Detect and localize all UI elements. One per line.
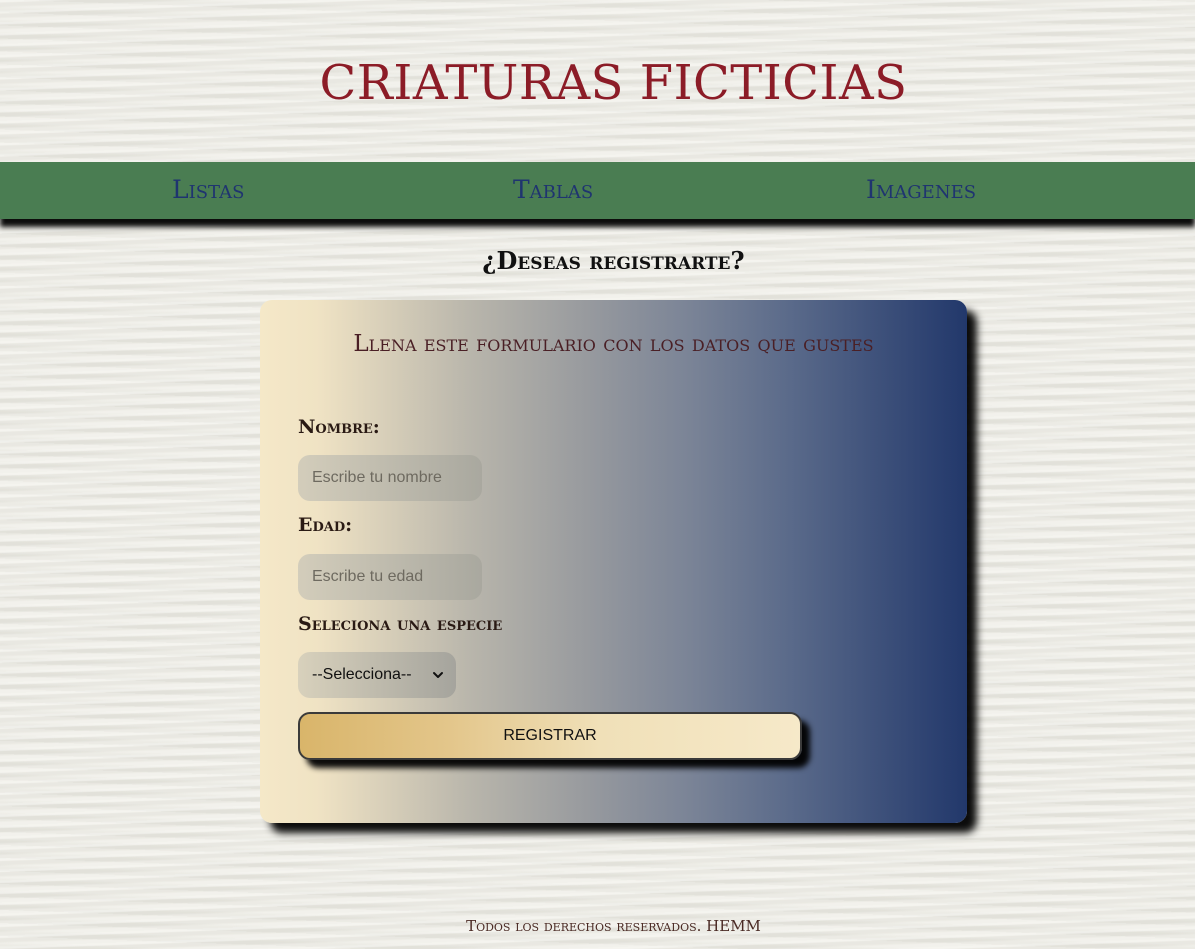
- nav-link-tablas[interactable]: Tablas: [513, 175, 593, 204]
- main-navbar: Listas Tablas Imagenes: [0, 162, 1195, 219]
- register-button[interactable]: REGISTRAR: [298, 712, 802, 760]
- species-select[interactable]: --Selecciona--: [298, 652, 456, 698]
- species-selected-value: --Selecciona--: [312, 666, 412, 683]
- registration-form: Llena este formulario con los datos que …: [260, 300, 967, 823]
- nav-link-listas[interactable]: Listas: [172, 175, 244, 204]
- species-label: Seleciona una especie: [298, 613, 503, 635]
- nav-link-imagenes[interactable]: Imagenes: [866, 175, 976, 204]
- footer-copyright: Todos los derechos reservados. HEMM: [466, 917, 761, 935]
- name-label: Nombre:: [298, 416, 380, 438]
- register-heading: ¿Deseas registrarte?: [482, 246, 745, 275]
- site-title: CRIATURAS FICTICIAS: [319, 55, 908, 111]
- age-input[interactable]: [298, 554, 482, 600]
- chevron-down-icon: [433, 672, 443, 678]
- age-label: Edad:: [298, 514, 353, 536]
- form-title: Llena este formulario con los datos que …: [353, 331, 874, 357]
- name-input[interactable]: [298, 455, 482, 501]
